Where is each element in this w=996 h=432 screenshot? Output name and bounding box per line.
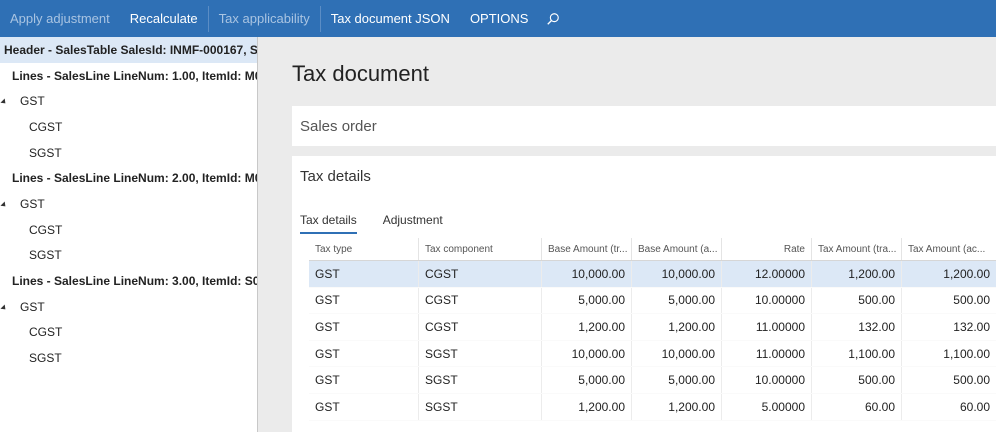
table-cell: GST — [309, 367, 419, 393]
table-cell: 10.00000 — [722, 287, 812, 314]
column-header[interactable]: Base Amount (tr... — [542, 238, 632, 260]
table-cell: 132.00 — [812, 314, 902, 340]
tree-node[interactable]: CGST — [0, 320, 257, 346]
table-cell: 5,000.00 — [542, 287, 632, 314]
table-cell: 5.00000 — [722, 393, 812, 420]
table-cell: 10,000.00 — [632, 261, 722, 287]
table-cell: GST — [309, 314, 419, 340]
table-cell: 1,200.00 — [542, 314, 632, 340]
tax-document-tree: Header - SalesTable SalesId: INMF-000167… — [0, 37, 257, 432]
column-header[interactable]: Tax Amount (tra... — [812, 238, 902, 260]
recalculate-button[interactable]: Recalculate — [120, 0, 208, 37]
action-toolbar: Apply adjustment Recalculate Tax applica… — [0, 0, 996, 37]
grid-header: Tax type Tax component Base Amount (tr... B… — [309, 238, 996, 261]
tree-node[interactable]: GST — [0, 294, 257, 320]
table-cell: 11.00000 — [722, 314, 812, 340]
apply-adjustment-button[interactable]: Apply adjustment — [0, 0, 120, 37]
tree-node-label: CGST — [29, 325, 63, 340]
grid-body: GST CGST 10,000.00 10,000.00 12.00000 1,200.0… — [309, 261, 996, 421]
table-cell: 5,000.00 — [632, 367, 722, 393]
table-row[interactable]: GST CGST 5,000.00 5,000.00 10.00000 500.00 500… — [309, 287, 996, 315]
table-cell: 60.00 — [902, 394, 996, 420]
tree-node-label: CGST — [29, 222, 63, 237]
table-cell: 1,200.00 — [632, 314, 722, 340]
sales-order-header[interactable]: Sales order — [300, 118, 377, 135]
table-cell: 10.00000 — [722, 367, 812, 393]
tree-node-label: Lines - SalesLine LineNum: 3.00, ItemId:… — [12, 274, 257, 289]
main-content: Tax document Sales order Tax details Tax… — [257, 37, 996, 432]
tab-tax-details[interactable]: Tax details — [300, 213, 357, 234]
table-cell: 5,000.00 — [632, 287, 722, 314]
options-menu[interactable]: OPTIONS — [460, 0, 539, 37]
column-header[interactable]: Rate — [722, 238, 812, 260]
tree-node-label: SGST — [29, 145, 62, 160]
tree-node-label: CGST — [29, 119, 63, 134]
table-cell: CGST — [419, 314, 542, 340]
table-cell: 500.00 — [902, 288, 996, 314]
table-cell: 500.00 — [902, 367, 996, 393]
table-cell: SGST — [419, 367, 542, 393]
table-cell: GST — [309, 340, 419, 367]
tax-details-grid: Tax type Tax component Base Amount (tr... B… — [309, 238, 996, 421]
column-header[interactable]: Tax component — [419, 238, 542, 260]
tree-node[interactable]: CGST — [0, 114, 257, 140]
table-cell: 60.00 — [812, 393, 902, 420]
tax-details-header[interactable]: Tax details — [300, 168, 371, 185]
table-cell: CGST — [419, 287, 542, 314]
table-cell: 10,000.00 — [542, 340, 632, 367]
table-cell: 1,100.00 — [902, 341, 996, 367]
tree-node[interactable]: SGST — [0, 243, 257, 269]
table-cell: 1,200.00 — [812, 261, 902, 287]
sales-order-section[interactable]: Sales order — [292, 106, 996, 146]
table-cell: 500.00 — [812, 287, 902, 314]
page-title: Tax document — [292, 61, 429, 86]
table-cell: CGST — [419, 261, 542, 287]
tree-node[interactable]: Lines - SalesLine LineNum: 1.00, ItemId:… — [0, 63, 257, 89]
table-cell: 5,000.00 — [542, 367, 632, 393]
tree-node-label: SGST — [29, 248, 62, 263]
tax-document-json-button[interactable]: Tax document JSON — [321, 0, 460, 37]
column-header[interactable]: Base Amount (a... — [632, 238, 722, 260]
tree-node[interactable]: Lines - SalesLine LineNum: 3.00, ItemId:… — [0, 268, 257, 294]
table-cell: GST — [309, 261, 419, 287]
tree-node[interactable]: GST — [0, 88, 257, 114]
table-cell: 10,000.00 — [632, 340, 722, 367]
table-row[interactable]: GST CGST 1,200.00 1,200.00 11.00000 132.00 132… — [309, 314, 996, 341]
tree-node-label: SGST — [29, 351, 62, 366]
tree-node[interactable]: Header - SalesTable SalesId: INMF-000167… — [0, 37, 257, 63]
tree-node-label: Lines - SalesLine LineNum: 1.00, ItemId:… — [12, 68, 257, 83]
table-cell: GST — [309, 287, 419, 314]
table-cell: 11.00000 — [722, 340, 812, 367]
tree-node[interactable]: CGST — [0, 217, 257, 243]
table-row[interactable]: GST SGST 5,000.00 5,000.00 10.00000 500.00 500… — [309, 367, 996, 394]
tab-adjustment[interactable]: Adjustment — [383, 213, 443, 234]
table-row[interactable]: GST CGST 10,000.00 10,000.00 12.00000 1,200.0… — [309, 261, 996, 288]
table-cell: 132.00 — [902, 314, 996, 340]
tax-details-tabs: Tax details Adjustment — [300, 213, 469, 234]
table-row[interactable]: GST SGST 10,000.00 10,000.00 11.00000 1,100.0… — [309, 340, 996, 368]
tree-node[interactable]: SGST — [0, 140, 257, 166]
table-cell: SGST — [419, 340, 542, 367]
tree-node[interactable]: Lines - SalesLine LineNum: 2.00, ItemId:… — [0, 165, 257, 191]
table-cell: 1,100.00 — [812, 340, 902, 367]
table-cell: 12.00000 — [722, 261, 812, 287]
tree-node-label: Lines - SalesLine LineNum: 2.00, ItemId:… — [12, 171, 257, 186]
search-button[interactable] — [538, 0, 568, 37]
table-cell: SGST — [419, 393, 542, 420]
table-row[interactable]: GST SGST 1,200.00 1,200.00 5.00000 60.00 60.00 — [309, 393, 996, 421]
tax-details-section: Tax details Tax details Adjustment Tax t… — [292, 156, 996, 432]
search-icon — [547, 12, 560, 25]
table-cell: GST — [309, 393, 419, 420]
tree-node[interactable]: GST — [0, 191, 257, 217]
table-cell: 500.00 — [812, 367, 902, 393]
table-cell: 1,200.00 — [542, 393, 632, 420]
table-cell: 1,200.00 — [632, 393, 722, 420]
column-header[interactable]: Tax type — [309, 238, 419, 260]
tree-node-label: Header - SalesTable SalesId: INMF-000167… — [4, 42, 257, 57]
table-cell: 1,200.00 — [902, 261, 996, 287]
column-header[interactable]: Tax Amount (ac... — [902, 238, 996, 260]
tree-node[interactable]: SGST — [0, 345, 257, 371]
table-cell: 10,000.00 — [542, 261, 632, 287]
tax-applicability-button[interactable]: Tax applicability — [209, 0, 320, 37]
